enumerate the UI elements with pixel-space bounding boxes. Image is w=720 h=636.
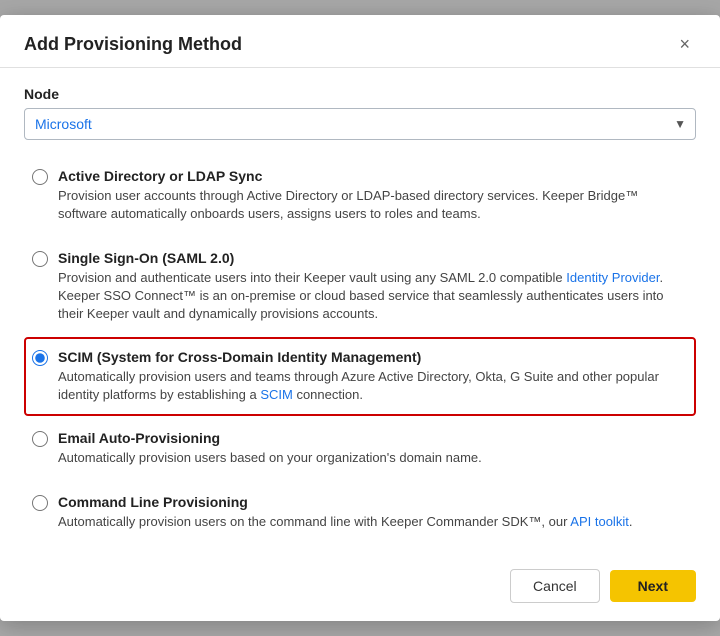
dialog-title: Add Provisioning Method [24, 34, 242, 55]
option-content-cli: Command Line Provisioning Automatically … [58, 494, 632, 531]
option-title-cli: Command Line Provisioning [58, 494, 632, 510]
option-desc-email: Automatically provision users based on y… [58, 449, 482, 467]
option-title-sso: Single Sign-On (SAML 2.0) [58, 250, 688, 266]
next-button[interactable]: Next [610, 570, 696, 602]
option-desc-scim: Automatically provision users and teams … [58, 368, 688, 404]
node-select[interactable]: Microsoft [24, 108, 696, 140]
dialog-overlay: Add Provisioning Method × Node Microsoft… [0, 0, 720, 636]
dialog-header: Add Provisioning Method × [0, 15, 720, 68]
radio-scim[interactable] [32, 350, 48, 366]
options-list: Active Directory or LDAP Sync Provision … [24, 156, 696, 543]
node-label: Node [24, 86, 696, 102]
identity-provider-link[interactable]: Identity Provider [566, 270, 659, 285]
radio-col-ad-ldap [32, 169, 48, 188]
api-toolkit-link[interactable]: API toolkit [570, 514, 629, 529]
radio-col-cli [32, 495, 48, 514]
node-select-wrapper: Microsoft ▼ [24, 108, 696, 140]
option-title-email: Email Auto-Provisioning [58, 430, 482, 446]
close-button[interactable]: × [673, 33, 696, 55]
option-email[interactable]: Email Auto-Provisioning Automatically pr… [24, 418, 696, 479]
option-title-scim: SCIM (System for Cross-Domain Identity M… [58, 349, 688, 365]
radio-cli[interactable] [32, 495, 48, 511]
node-section: Node Microsoft ▼ [24, 86, 696, 140]
dialog-footer: Cancel Next [0, 553, 720, 621]
radio-col-scim [32, 350, 48, 369]
option-content-sso: Single Sign-On (SAML 2.0) Provision and … [58, 250, 688, 324]
option-content-ad-ldap: Active Directory or LDAP Sync Provision … [58, 168, 688, 223]
add-provisioning-dialog: Add Provisioning Method × Node Microsoft… [0, 15, 720, 621]
option-sso[interactable]: Single Sign-On (SAML 2.0) Provision and … [24, 238, 696, 336]
cancel-button[interactable]: Cancel [510, 569, 600, 603]
dialog-body: Node Microsoft ▼ Active Directory or LDA… [0, 68, 720, 553]
option-desc-sso: Provision and authenticate users into th… [58, 269, 688, 324]
option-desc-cli: Automatically provision users on the com… [58, 513, 632, 531]
option-cli[interactable]: Command Line Provisioning Automatically … [24, 482, 696, 543]
scim-link[interactable]: SCIM [260, 387, 293, 402]
option-content-scim: SCIM (System for Cross-Domain Identity M… [58, 349, 688, 404]
option-content-email: Email Auto-Provisioning Automatically pr… [58, 430, 482, 467]
radio-col-email [32, 431, 48, 450]
option-title-ad-ldap: Active Directory or LDAP Sync [58, 168, 688, 184]
option-ad-ldap[interactable]: Active Directory or LDAP Sync Provision … [24, 156, 696, 235]
option-desc-ad-ldap: Provision user accounts through Active D… [58, 187, 688, 223]
radio-sso[interactable] [32, 251, 48, 267]
radio-ad-ldap[interactable] [32, 169, 48, 185]
radio-email[interactable] [32, 431, 48, 447]
option-scim[interactable]: SCIM (System for Cross-Domain Identity M… [24, 337, 696, 416]
radio-col-sso [32, 251, 48, 270]
